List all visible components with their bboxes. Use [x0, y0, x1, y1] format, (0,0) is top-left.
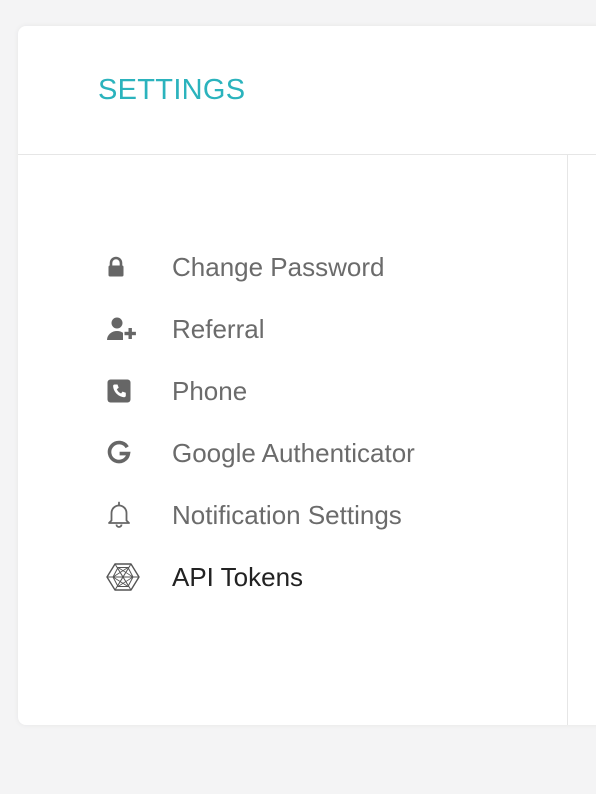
menu-item-notification-settings[interactable]: Notification Settings [18, 491, 567, 553]
menu-item-google-authenticator[interactable]: Google Authenticator [18, 429, 567, 491]
page-title: SETTINGS [98, 74, 246, 106]
settings-header: SETTINGS [18, 26, 596, 155]
menu-item-phone[interactable]: Phone [18, 367, 567, 429]
bell-icon [106, 500, 146, 530]
settings-menu: Change Password Referral Phone Google Au… [18, 243, 567, 615]
menu-item-label: API Tokens [172, 562, 304, 592]
menu-item-label: Google Authenticator [172, 438, 415, 468]
settings-card: SETTINGS Change Password Referral Phone … [18, 26, 596, 725]
hexagon-token-icon [106, 562, 146, 592]
menu-item-label: Phone [172, 376, 248, 406]
google-icon [106, 438, 146, 468]
menu-item-label: Referral [172, 314, 265, 344]
phone-icon [106, 376, 146, 406]
lock-icon [106, 252, 146, 282]
menu-item-label: Change Password [172, 252, 385, 282]
menu-item-change-password[interactable]: Change Password [18, 243, 567, 305]
menu-item-referral[interactable]: Referral [18, 305, 567, 367]
menu-item-api-tokens[interactable]: API Tokens [18, 553, 567, 615]
user-plus-icon [106, 314, 146, 344]
menu-item-label: Notification Settings [172, 500, 402, 530]
content-divider [567, 155, 568, 725]
